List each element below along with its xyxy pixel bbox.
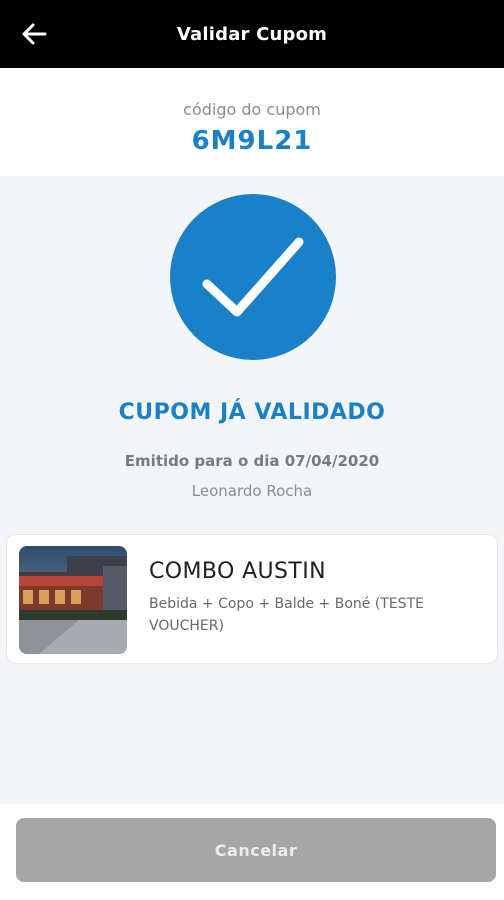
back-button[interactable]	[14, 14, 54, 54]
coupon-code-label: código do cupom	[183, 100, 321, 119]
product-thumbnail	[19, 546, 127, 654]
product-description: Bebida + Copo + Balde + Boné (TESTE VOUC…	[149, 596, 424, 634]
status-title: CUPOM JÁ VALIDADO	[118, 400, 386, 425]
restaurant-photo-image	[19, 546, 127, 654]
arrow-left-icon	[22, 23, 47, 45]
validated-status-badge	[170, 194, 336, 360]
bottom-action-bar: Cancelar	[0, 804, 504, 900]
cancel-button[interactable]: Cancelar	[16, 818, 496, 882]
coupon-code-value: 6M9L21	[191, 126, 313, 156]
product-name: COMBO AUSTIN	[149, 559, 326, 584]
app-header: Validar Cupom	[0, 0, 504, 68]
issued-date-text: Emitido para o dia 07/04/2020	[124, 452, 380, 470]
page-title: Validar Cupom	[176, 23, 328, 45]
product-card[interactable]: COMBO AUSTIN Bebida + Copo + Balde + Bon…	[6, 534, 498, 664]
coupon-code-panel: código do cupom 6M9L21	[0, 68, 504, 176]
customer-name: Leonardo Rocha	[191, 482, 313, 500]
checkmark-icon	[202, 237, 304, 317]
